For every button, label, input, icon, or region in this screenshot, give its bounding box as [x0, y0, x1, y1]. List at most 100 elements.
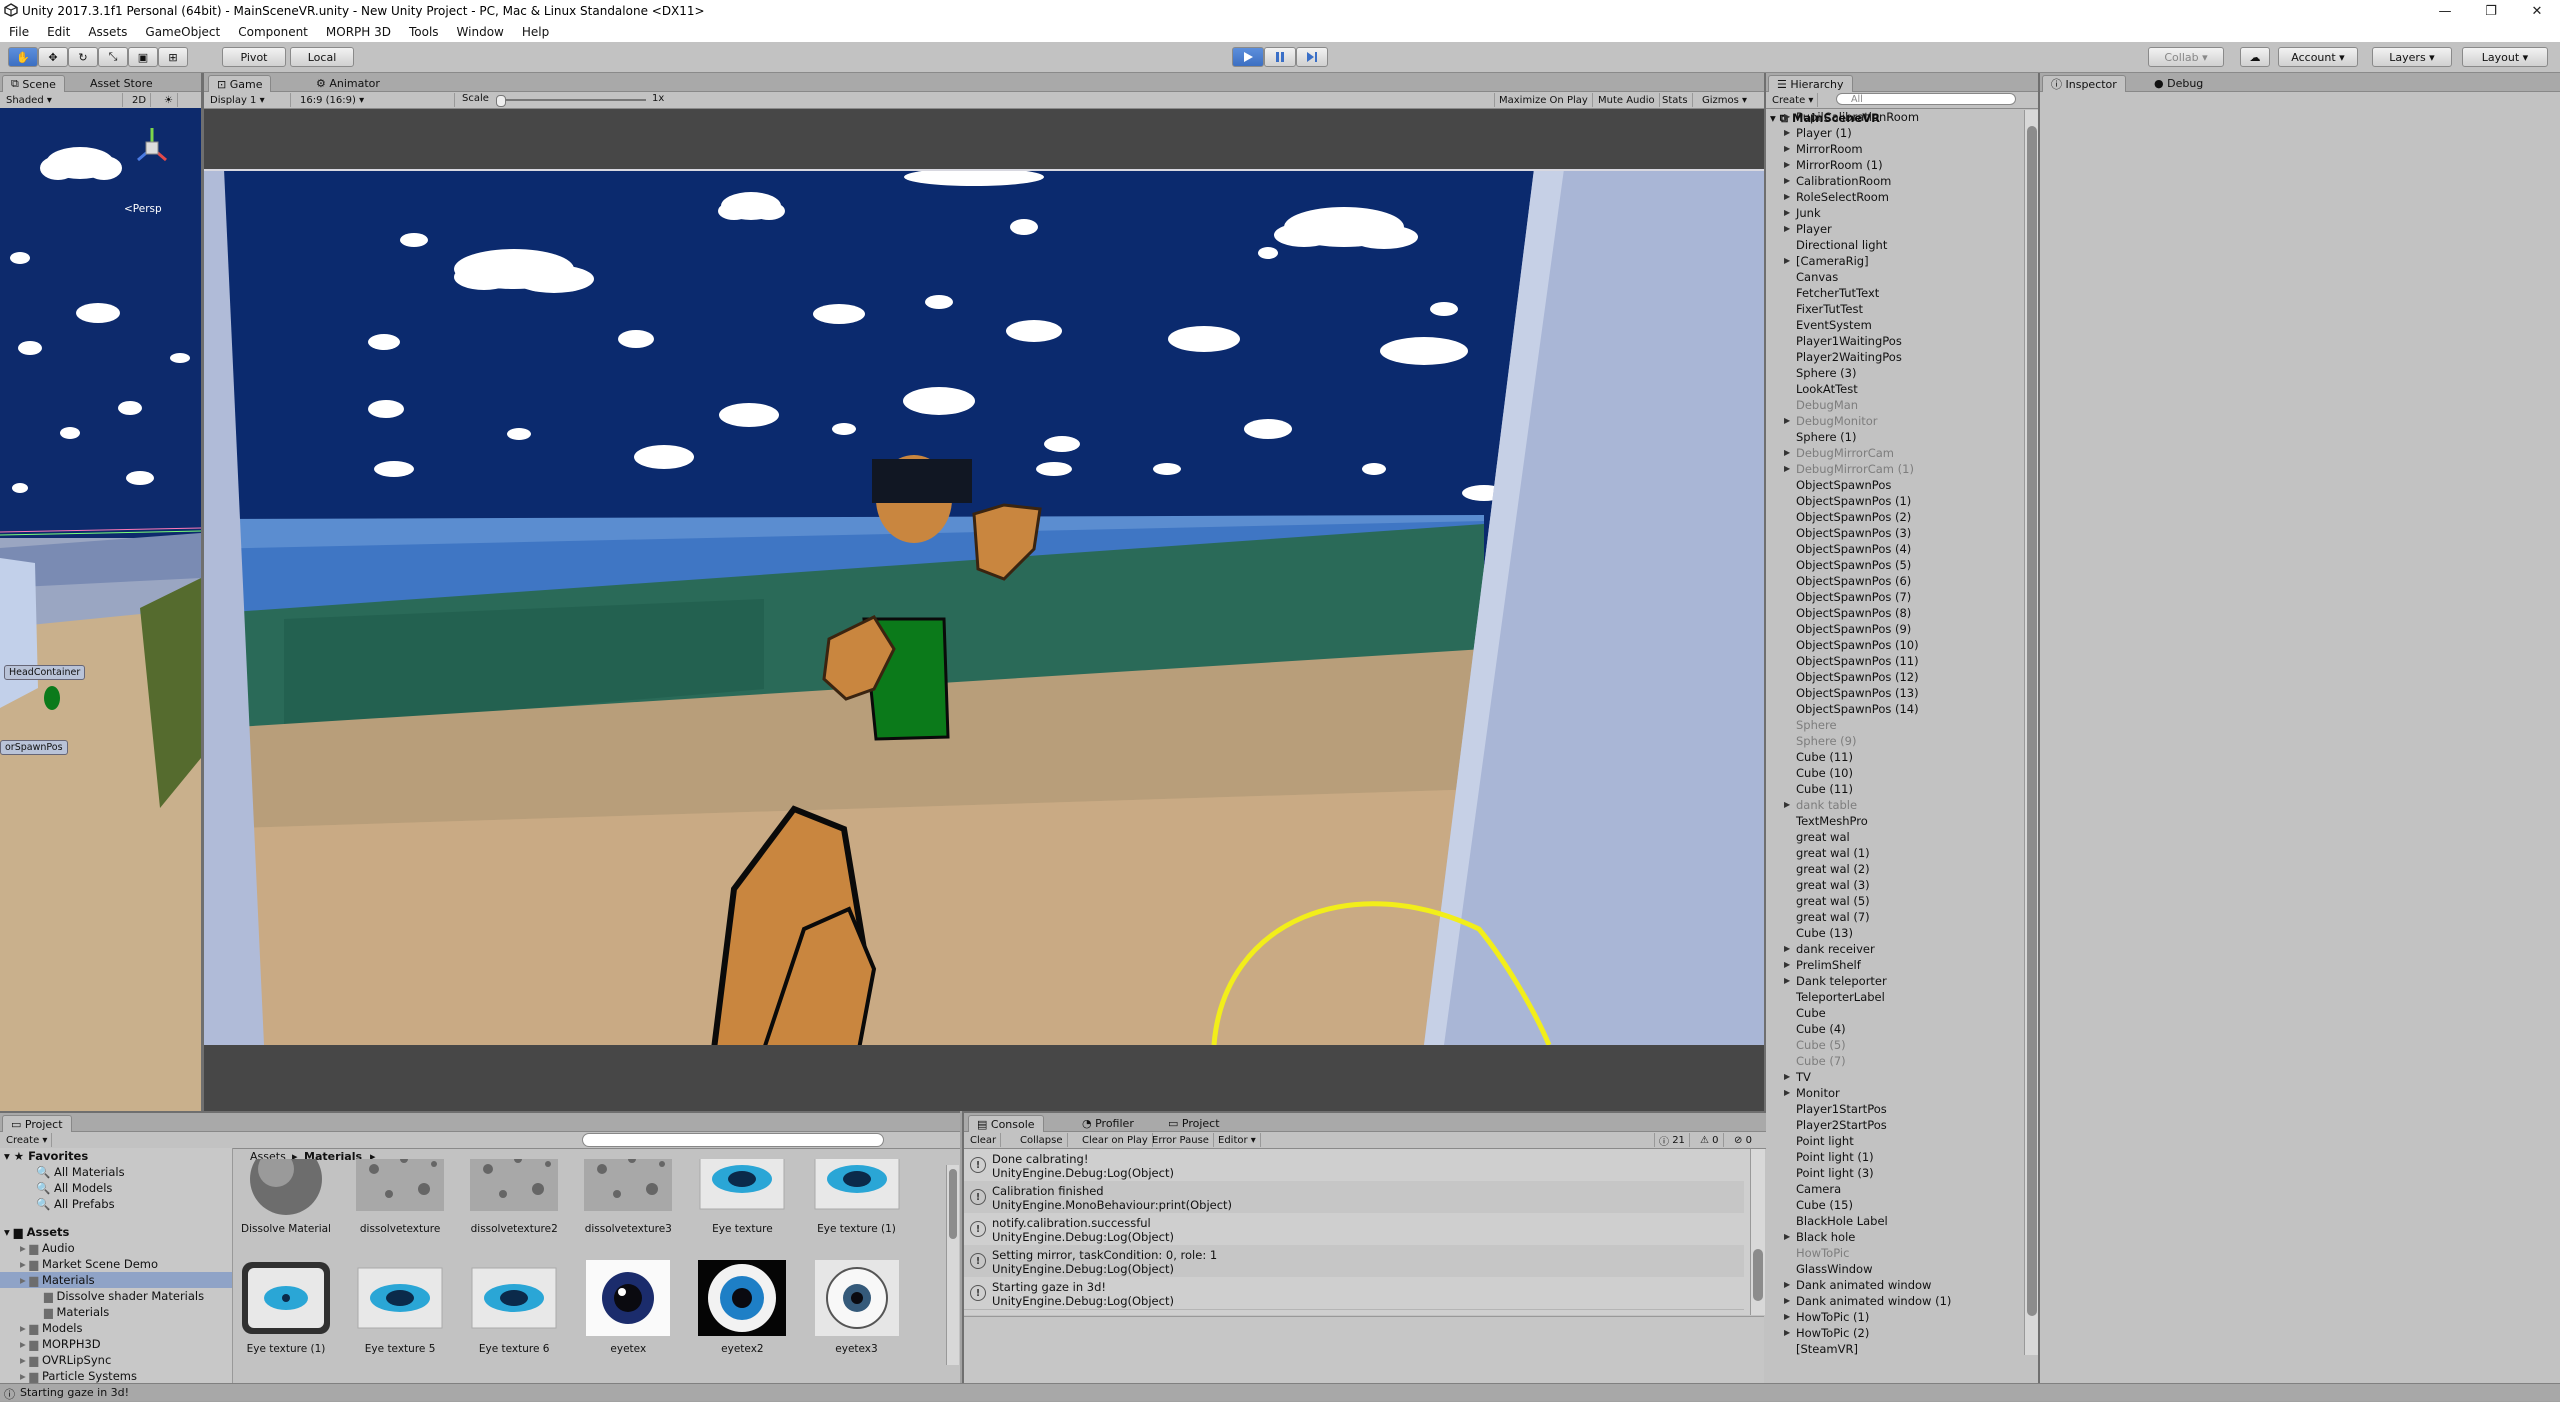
hand-tool-icon[interactable]: ✋	[8, 47, 38, 67]
aspect-dropdown[interactable]: 16:9 (16:9) ▾	[296, 93, 455, 107]
asset-tile[interactable]: Eye texture (1)	[803, 1159, 911, 1267]
project-folder[interactable]: ▸ ▆ Models	[0, 1320, 232, 1336]
hierarchy-item[interactable]: Cube	[1770, 1005, 2024, 1021]
expand-arrow-icon[interactable]: ▶	[1784, 253, 1790, 269]
expand-arrow-icon[interactable]: ▶	[1784, 141, 1790, 157]
project-scrollbar[interactable]	[946, 1165, 959, 1365]
project-folder[interactable]: ▸ ▆ Materials	[0, 1272, 232, 1288]
hierarchy-item[interactable]: [SteamVR]	[1770, 1341, 2024, 1357]
project-folder[interactable]: ▆ Materials	[0, 1304, 232, 1320]
tab-scene[interactable]: ⧉ Scene	[2, 75, 65, 92]
hierarchy-item[interactable]: ▶ MirrorRoom	[1770, 141, 2024, 157]
hierarchy-item[interactable]: ▶ PrelimShelf	[1770, 957, 2024, 973]
hierarchy-item[interactable]: ObjectSpawnPos (4)	[1770, 541, 2024, 557]
hierarchy-item[interactable]: ▶ Dank animated window (1)	[1770, 1293, 2024, 1309]
pause-button[interactable]	[1264, 47, 1296, 67]
game-viewport[interactable]	[204, 169, 1764, 1045]
layout-dropdown[interactable]: Layout ▾	[2462, 47, 2548, 67]
hierarchy-search-input[interactable]: All	[1836, 93, 2016, 105]
tab-project[interactable]: ▭ Project	[2, 1115, 72, 1132]
expand-arrow-icon[interactable]: ▶	[1784, 1085, 1790, 1101]
menu-help[interactable]: Help	[513, 25, 558, 39]
hierarchy-item[interactable]: Point light (1)	[1770, 1149, 2024, 1165]
hierarchy-item[interactable]: ObjectSpawnPos (7)	[1770, 589, 2024, 605]
console-entry[interactable]: ! Done calbrating! UnityEngine.Debug:Log(O…	[964, 1149, 1744, 1182]
tab-inspector[interactable]: ⓘ Inspector	[2042, 75, 2126, 92]
asset-tile[interactable]: Eye texture	[688, 1159, 796, 1267]
play-button[interactable]	[1232, 47, 1264, 67]
console-scrollbar[interactable]	[1750, 1149, 1765, 1315]
expand-arrow-icon[interactable]: ▶	[1784, 461, 1790, 477]
hierarchy-item[interactable]: ▶ HowToPic (1)	[1770, 1309, 2024, 1325]
fav-item[interactable]: 🔍 All Prefabs	[0, 1196, 232, 1212]
asset-tile[interactable]: Eye texture 6	[460, 1257, 568, 1365]
expand-arrow-icon[interactable]: ▶	[1784, 109, 1790, 125]
expand-arrow-icon[interactable]: ▶	[1784, 973, 1790, 989]
hierarchy-item[interactable]: ObjectSpawnPos (3)	[1770, 525, 2024, 541]
project-create-button[interactable]: Create ▾	[2, 1133, 53, 1147]
project-folder[interactable]: ▸ ▆ Market Scene Demo	[0, 1256, 232, 1272]
hierarchy-item[interactable]: TextMeshPro	[1770, 813, 2024, 829]
hierarchy-item[interactable]: ▶ TV	[1770, 1069, 2024, 1085]
asset-tile[interactable]: dissolvetexture2	[460, 1159, 568, 1267]
expand-arrow-icon[interactable]: ▶	[1784, 413, 1790, 429]
assets-header[interactable]: ▾ ▆ Assets	[0, 1224, 232, 1240]
hierarchy-item[interactable]: Directional light	[1770, 237, 2024, 253]
project-folder[interactable]: ▸ ▆ Audio	[0, 1240, 232, 1256]
minimize-icon[interactable]: —	[2422, 0, 2468, 22]
tab-project-2[interactable]: ▭ Project	[1160, 1115, 1228, 1131]
hierarchy-item[interactable]: Player1WaitingPos	[1770, 333, 2024, 349]
hierarchy-item[interactable]: ObjectSpawnPos (14)	[1770, 701, 2024, 717]
hierarchy-item[interactable]: ▶ CalibrationRoom	[1770, 173, 2024, 189]
asset-tile[interactable]: Dissolve Material	[232, 1159, 340, 1267]
hierarchy-item[interactable]: ObjectSpawnPos (5)	[1770, 557, 2024, 573]
scale-tool-icon[interactable]: ⤡	[98, 47, 128, 67]
hierarchy-item[interactable]: Cube (4)	[1770, 1021, 2024, 1037]
expand-arrow-icon[interactable]: ▶	[1784, 1325, 1790, 1341]
close-icon[interactable]: ✕	[2514, 0, 2560, 22]
hierarchy-item[interactable]: Cube (11)	[1770, 749, 2024, 765]
rotate-tool-icon[interactable]: ↻	[68, 47, 98, 67]
console-clear-on-play-button[interactable]: Clear on Play	[1078, 1133, 1153, 1147]
asset-tile[interactable]: dissolvetexture	[346, 1159, 454, 1267]
tab-profiler[interactable]: ◔ Profiler	[1074, 1115, 1142, 1131]
expand-arrow-icon[interactable]: ▶	[1784, 1069, 1790, 1085]
rect-tool-icon[interactable]: ▣	[128, 47, 158, 67]
asset-tile[interactable]: Eye texture (1)	[232, 1257, 340, 1365]
2d-toggle[interactable]: 2D	[128, 93, 152, 107]
hierarchy-item[interactable]: ▶ Player (1)	[1770, 125, 2024, 141]
scene-viewport[interactable]	[0, 108, 201, 1111]
warn-count-toggle[interactable]: ⚠ 0	[1696, 1133, 1724, 1147]
head-container-label[interactable]: HeadContainer	[4, 665, 86, 680]
asset-tile[interactable]: Eye texture 5	[346, 1257, 454, 1365]
menu-gameobject[interactable]: GameObject	[136, 25, 229, 39]
asset-tile[interactable]: eyetex2	[688, 1257, 796, 1365]
tab-game[interactable]: ⊡ Game	[208, 75, 272, 92]
stats-toggle[interactable]: Stats	[1658, 93, 1693, 107]
hierarchy-item[interactable]: Sphere (1)	[1770, 429, 2024, 445]
hierarchy-item[interactable]: Player2WaitingPos	[1770, 349, 2024, 365]
hierarchy-item[interactable]: ObjectSpawnPos (13)	[1770, 685, 2024, 701]
hierarchy-item[interactable]: ObjectSpawnPos	[1770, 477, 2024, 493]
gizmos-dropdown[interactable]: Gizmos ▾	[1698, 93, 1751, 107]
project-folder[interactable]: ▸ ▆ Particle Systems	[0, 1368, 232, 1384]
light-toggle-icon[interactable]: ☀	[160, 93, 178, 107]
hierarchy-item[interactable]: ▶ Monitor	[1770, 1085, 2024, 1101]
expand-arrow-icon[interactable]: ▶	[1784, 1309, 1790, 1325]
hierarchy-item[interactable]: great wal	[1770, 829, 2024, 845]
console-editor-dropdown[interactable]: Editor ▾	[1214, 1133, 1261, 1147]
pivot-button[interactable]: Pivot	[222, 47, 286, 67]
hierarchy-item[interactable]: ObjectSpawnPos (2)	[1770, 509, 2024, 525]
hierarchy-item[interactable]: ObjectSpawnPos (11)	[1770, 653, 2024, 669]
tab-animator[interactable]: ⚙ Animator	[308, 75, 388, 91]
expand-arrow-icon[interactable]: ▶	[1784, 1293, 1790, 1309]
hierarchy-item[interactable]: ▶ DebugMirrorCam	[1770, 445, 2024, 461]
fav-item[interactable]: 🔍 All Models	[0, 1180, 232, 1196]
console-entry[interactable]: ! Calibration finished UnityEngine.MonoBeh…	[964, 1181, 1744, 1214]
hierarchy-item[interactable]: ▶ Dank animated window	[1770, 1277, 2024, 1293]
hierarchy-item[interactable]: Sphere (9)	[1770, 733, 2024, 749]
hierarchy-scroll-thumb[interactable]	[2027, 126, 2037, 1316]
expand-arrow-icon[interactable]: ▶	[1784, 157, 1790, 173]
tab-debug[interactable]: ● Debug	[2146, 75, 2211, 91]
asset-tile[interactable]: eyetex	[574, 1257, 682, 1365]
